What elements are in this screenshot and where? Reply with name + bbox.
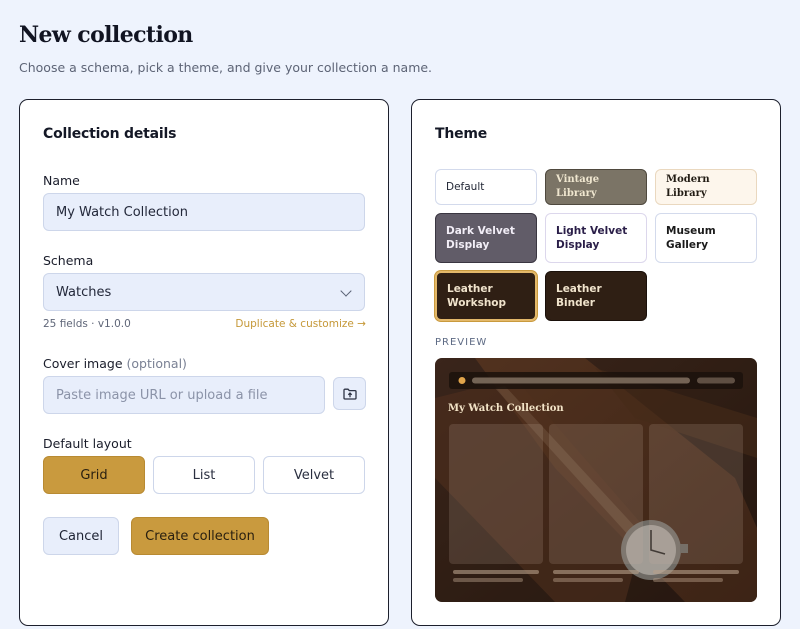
name-label: Name xyxy=(43,173,80,188)
folder-upload-icon xyxy=(342,388,357,400)
schema-select-value: Watches xyxy=(56,284,112,300)
theme-title: Theme xyxy=(435,126,488,142)
theme-option-dark-velvet-display[interactable]: Dark Velvet Display xyxy=(435,213,537,263)
theme-option-leather-binder[interactable]: Leather Binder xyxy=(545,271,647,321)
theme-option-modern-library[interactable]: Modern Library xyxy=(655,169,757,205)
default-layout-label: Default layout xyxy=(43,436,132,451)
preview-illustration: My Watch Collection xyxy=(435,358,757,602)
collection-details-title: Collection details xyxy=(43,126,177,142)
cancel-button[interactable]: Cancel xyxy=(43,517,119,555)
theme-panel: Theme Default Vintage Library Modern Lib… xyxy=(411,99,781,626)
chevron-down-icon xyxy=(340,285,352,297)
theme-option-light-velvet-display[interactable]: Light Velvet Display xyxy=(545,213,647,263)
schema-meta: 25 fields · v1.0.0 xyxy=(43,318,131,330)
page-subtitle: Choose a schema, pick a theme, and give … xyxy=(19,60,433,75)
create-collection-button[interactable]: Create collection xyxy=(131,517,269,555)
page-title: New collection xyxy=(19,22,193,48)
duplicate-customize-link[interactable]: Duplicate & customize → xyxy=(235,318,366,330)
layout-list-button[interactable]: List xyxy=(153,456,255,494)
preview-label: PREVIEW xyxy=(435,337,488,348)
layout-velvet-button[interactable]: Velvet xyxy=(263,456,365,494)
theme-preview: My Watch Collection xyxy=(435,358,757,602)
schema-select[interactable]: Watches xyxy=(43,273,365,311)
cover-image-input[interactable]: Paste image URL or upload a file xyxy=(43,376,325,414)
theme-option-leather-workshop[interactable]: Leather Workshop xyxy=(435,271,537,321)
collection-details-panel: Collection details Name My Watch Collect… xyxy=(19,99,389,626)
schema-label: Schema xyxy=(43,253,94,268)
theme-option-museum-gallery[interactable]: Museum Gallery xyxy=(655,213,757,263)
preview-title: My Watch Collection xyxy=(448,403,564,414)
cover-image-optional: (optional) xyxy=(126,356,187,371)
cover-image-label: Cover image (optional) xyxy=(43,356,187,371)
theme-option-default[interactable]: Default xyxy=(435,169,537,205)
layout-grid-button[interactable]: Grid xyxy=(43,456,145,494)
name-input[interactable]: My Watch Collection xyxy=(43,193,365,231)
upload-file-button[interactable] xyxy=(333,377,366,410)
cover-image-label-text: Cover image xyxy=(43,356,123,371)
theme-option-vintage-library[interactable]: Vintage Library xyxy=(545,169,647,205)
